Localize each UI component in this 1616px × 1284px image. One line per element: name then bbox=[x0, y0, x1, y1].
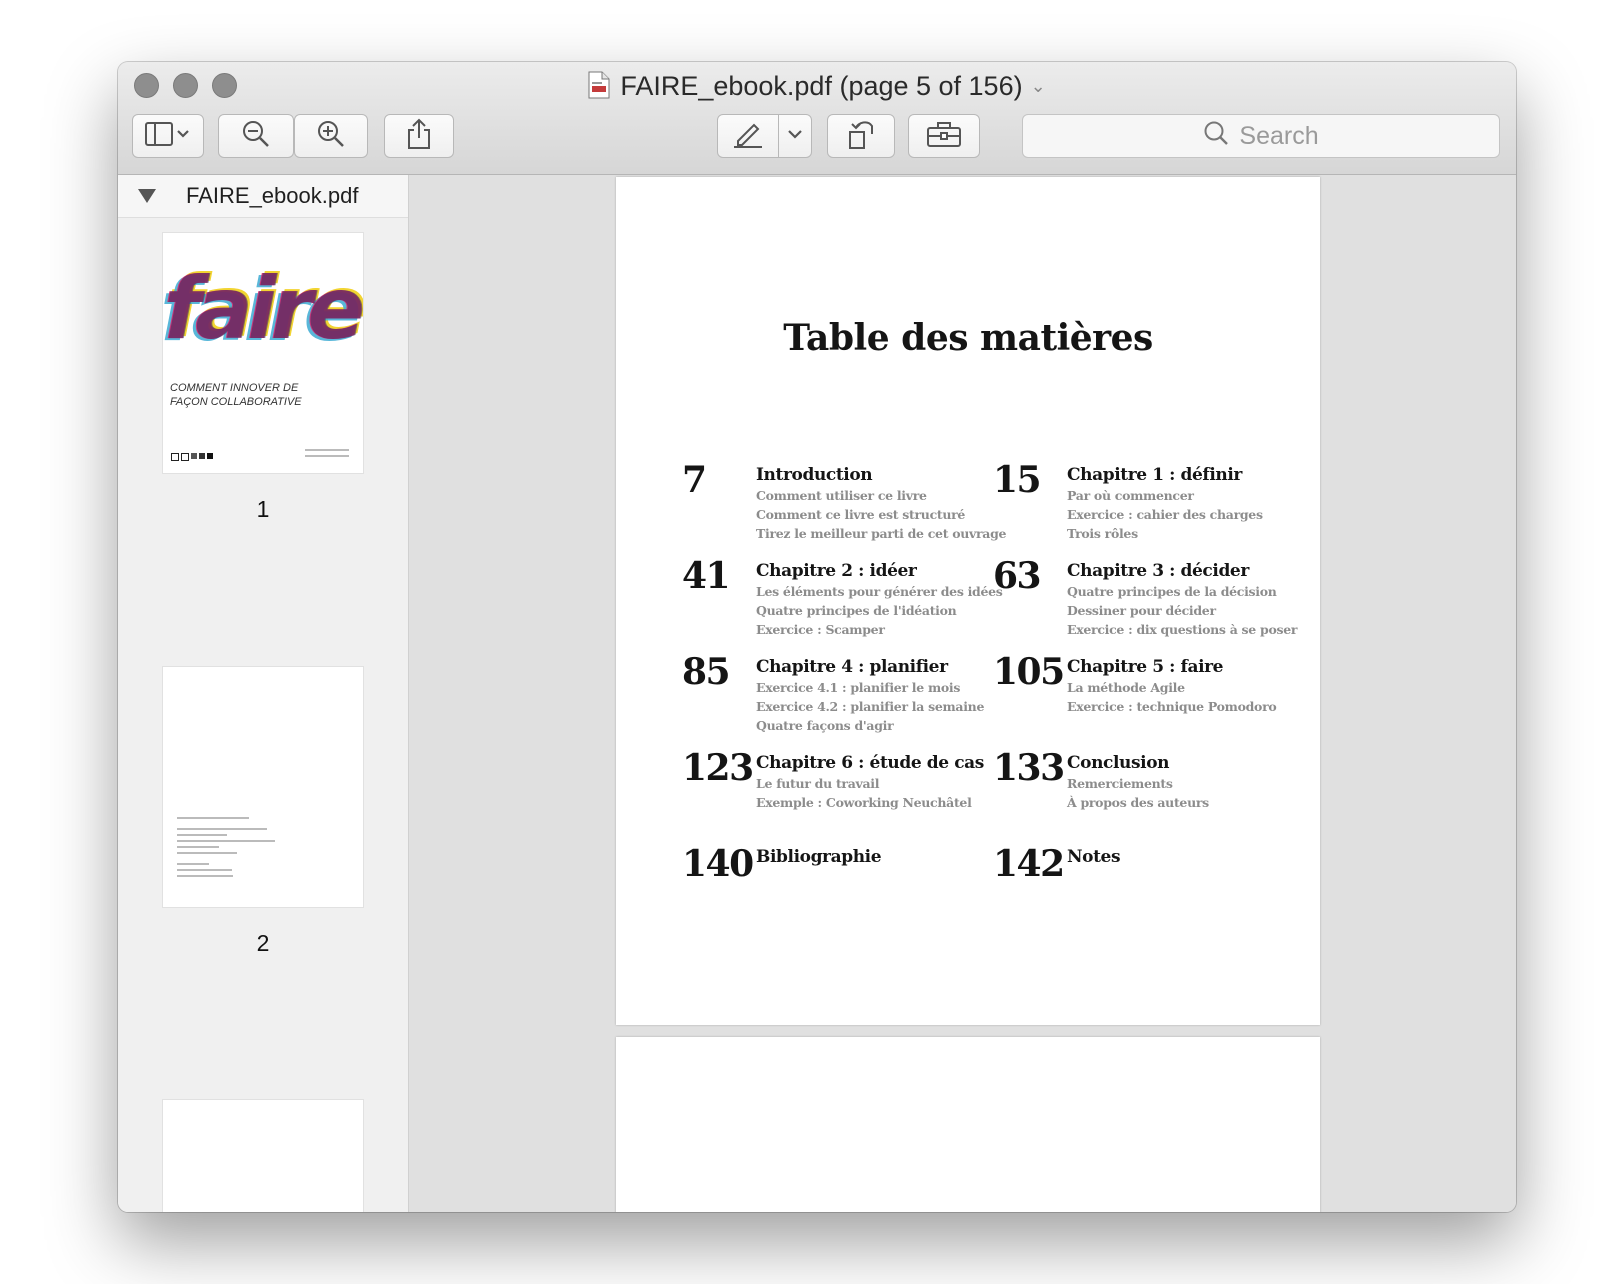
toc-subheading: Les éléments pour générer des idées bbox=[756, 584, 1003, 599]
toc-heading: Bibliographie bbox=[756, 847, 882, 867]
window-title-area[interactable]: FAIRE_ebook.pdf (page 5 of 156) ⌄ bbox=[118, 70, 1516, 106]
share-icon bbox=[406, 118, 432, 155]
toc-subheading: Dessiner pour décider bbox=[1067, 603, 1216, 618]
toc-page-number: 105 bbox=[993, 651, 1065, 693]
toc-entry[interactable]: 140 Bibliographie bbox=[682, 843, 992, 937]
toc-heading: Chapitre 4 : planifier bbox=[756, 657, 948, 677]
search-icon bbox=[1203, 120, 1229, 153]
sidebar-icon bbox=[145, 121, 191, 152]
toc-entry[interactable]: 142 Notes bbox=[993, 843, 1303, 937]
toc-entry[interactable]: 123 Chapitre 6 : étude de cas Le futur du … bbox=[682, 747, 992, 843]
toc-entry[interactable]: 105 Chapitre 5 : faire La méthode Agile Exe… bbox=[993, 651, 1303, 747]
page-6 bbox=[616, 1037, 1320, 1212]
toc-page-number: 123 bbox=[682, 747, 754, 789]
toc-subheading: À propos des auteurs bbox=[1067, 795, 1209, 810]
toc-subheading: Trois rôles bbox=[1067, 526, 1138, 541]
toc-subheading: Quatre façons d'agir bbox=[756, 718, 894, 733]
zoom-in-icon bbox=[316, 119, 346, 154]
pen-icon bbox=[732, 119, 764, 154]
toc-page-number: 133 bbox=[993, 747, 1065, 789]
toc-heading: Chapitre 3 : décider bbox=[1067, 561, 1249, 581]
window-title: FAIRE_ebook.pdf (page 5 of 156) bbox=[620, 71, 1023, 101]
search-field[interactable]: Search bbox=[1022, 114, 1500, 158]
markup-menu-button[interactable] bbox=[778, 114, 812, 158]
toc-heading: Chapitre 6 : étude de cas bbox=[756, 753, 984, 773]
page-thumbnail-3[interactable] bbox=[163, 1100, 363, 1212]
chevron-down-icon bbox=[787, 127, 803, 145]
zoom-out-button[interactable] bbox=[218, 114, 294, 158]
toc-heading: Chapitre 1 : définir bbox=[1067, 465, 1242, 485]
toc-title: Table des matières bbox=[783, 317, 1153, 359]
share-button[interactable] bbox=[384, 114, 454, 158]
toc-heading: Conclusion bbox=[1067, 753, 1170, 773]
toolbox-icon bbox=[926, 120, 962, 153]
rotate-icon bbox=[846, 118, 876, 155]
toc-entry[interactable]: 63 Chapitre 3 : décider Quatre principes d… bbox=[993, 555, 1303, 651]
cover-wordmark: faire faire faire faire bbox=[163, 263, 363, 361]
toc-subheading: Exemple : Coworking Neuchâtel bbox=[756, 795, 972, 810]
toc-entry[interactable]: 133 Conclusion Remerciements À propos des a… bbox=[993, 747, 1303, 843]
toc-page-number: 140 bbox=[682, 843, 754, 885]
chevron-down-icon[interactable]: ⌄ bbox=[1031, 70, 1046, 102]
preview-window: FAIRE_ebook.pdf (page 5 of 156) ⌄ Search… bbox=[118, 62, 1516, 1212]
sidebar-toggle-button[interactable] bbox=[132, 114, 204, 158]
toolbox-button[interactable] bbox=[908, 114, 980, 158]
toc-subheading: Tirez le meilleur parti de cet ouvrage bbox=[756, 526, 1007, 541]
disclosure-triangle-icon[interactable] bbox=[138, 189, 156, 203]
toc-subheading: Exercice : technique Pomodoro bbox=[1067, 699, 1277, 714]
sidebar-file-name: FAIRE_ebook.pdf bbox=[186, 183, 359, 208]
thumbnail-text-lines bbox=[177, 817, 277, 877]
title-bar: FAIRE_ebook.pdf (page 5 of 156) ⌄ Search bbox=[118, 62, 1516, 175]
document-view[interactable]: Table des matières 7 Introduction Comment … bbox=[409, 175, 1516, 1212]
thumbnail-sidebar[interactable]: FAIRE_ebook.pdf faire faire faire faire … bbox=[118, 175, 409, 1212]
rotate-button[interactable] bbox=[827, 114, 895, 158]
toc-page-number: 15 bbox=[993, 459, 1042, 501]
toc-subheading: La méthode Agile bbox=[1067, 680, 1185, 695]
toc-subheading: Remerciements bbox=[1067, 776, 1173, 791]
toc-subheading: Comment utiliser ce livre bbox=[756, 488, 927, 503]
cover-footer-lines bbox=[305, 449, 349, 457]
toc-heading: Notes bbox=[1067, 847, 1121, 867]
toc-page-number: 7 bbox=[682, 459, 707, 501]
page-thumbnail-2[interactable] bbox=[163, 667, 363, 907]
toc-subheading: Le futur du travail bbox=[756, 776, 880, 791]
toc-entry[interactable]: 41 Chapitre 2 : idéer Les éléments pour gé… bbox=[682, 555, 1003, 651]
toc-page-number: 85 bbox=[682, 651, 731, 693]
toc-subheading: Exercice 4.1 : planifier le mois bbox=[756, 680, 961, 695]
toc-subheading: Comment ce livre est structuré bbox=[756, 507, 966, 522]
toc-subheading: Quatre principes de l'idéation bbox=[756, 603, 957, 618]
toc-subheading: Exercice : Scamper bbox=[756, 622, 885, 637]
toc-subheading: Exercice 4.2 : planifier la semaine bbox=[756, 699, 985, 714]
toc-entry[interactable]: 85 Chapitre 4 : planifier Exercice 4.1 : p… bbox=[682, 651, 992, 747]
toc-entry[interactable]: 7 Introduction Comment utiliser ce livre Co… bbox=[682, 459, 1007, 555]
search-placeholder: Search bbox=[1239, 121, 1319, 150]
toc-heading: Chapitre 5 : faire bbox=[1067, 657, 1224, 677]
sidebar-file-row[interactable]: FAIRE_ebook.pdf bbox=[118, 175, 408, 218]
zoom-in-button[interactable] bbox=[294, 114, 368, 158]
toc-subheading: Exercice : dix questions à se poser bbox=[1067, 622, 1298, 637]
cover-subtitle: COMMENT INNOVER DE FAÇON COLLABORATIVE bbox=[170, 382, 302, 408]
toc-subheading: Exercice : cahier des charges bbox=[1067, 507, 1263, 522]
page-thumbnail-1[interactable]: faire faire faire faire COMMENT INNOVER … bbox=[163, 233, 363, 473]
pdf-document-icon bbox=[588, 71, 610, 106]
page-5: Table des matières 7 Introduction Comment … bbox=[616, 177, 1320, 1025]
toc-page-number: 142 bbox=[993, 843, 1065, 885]
toc-page-number: 63 bbox=[993, 555, 1042, 597]
cover-logo-squares bbox=[171, 453, 213, 461]
thumbnail-page-number: 2 bbox=[256, 930, 270, 956]
toc-subheading: Par où commencer bbox=[1067, 488, 1194, 503]
markup-button[interactable] bbox=[717, 114, 779, 158]
thumbnail-page-number: 1 bbox=[256, 496, 270, 522]
toc-page-number: 41 bbox=[682, 555, 731, 597]
zoom-out-icon bbox=[241, 119, 271, 154]
toc-subheading: Quatre principes de la décision bbox=[1067, 584, 1277, 599]
toc-heading: Chapitre 2 : idéer bbox=[756, 561, 917, 581]
toc-entry[interactable]: 15 Chapitre 1 : définir Par où commencer Ex… bbox=[993, 459, 1303, 555]
toc-heading: Introduction bbox=[756, 465, 873, 485]
